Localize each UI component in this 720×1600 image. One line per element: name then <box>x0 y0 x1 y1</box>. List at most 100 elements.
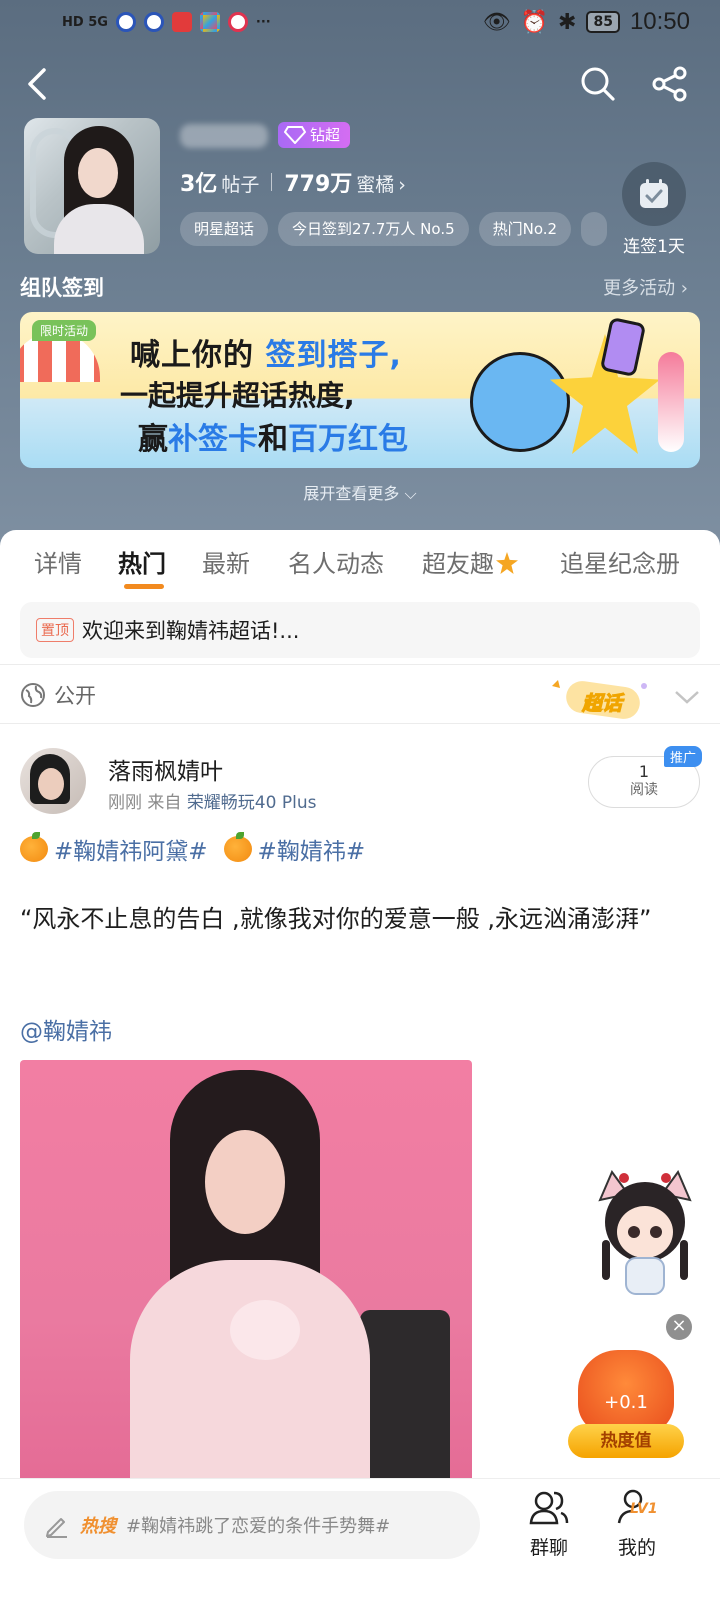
team-checkin-title: 组队签到 <box>20 276 104 300</box>
checkin-label: 连签1天 <box>623 237 685 257</box>
more-notifications-icon: ··· <box>255 14 271 30</box>
mail-notification-icon <box>171 12 192 32</box>
limited-badge: 限时活动 <box>32 320 97 341</box>
hot-search-label: 热搜 <box>80 1516 116 1537</box>
post-time: 刚刚 <box>108 793 142 813</box>
hashtag-link[interactable]: #鞠婧祎# <box>258 832 366 866</box>
chibi-mascot-icon[interactable] <box>590 1170 700 1300</box>
chevron-left-icon <box>28 68 46 100</box>
visibility-selector[interactable]: 公开 <box>20 680 96 710</box>
checkin-button[interactable]: 连签1天 <box>612 162 696 257</box>
post-hashtags: #鞠婧祎阿黛# #鞠婧祎# <box>20 832 365 866</box>
share-button[interactable] <box>650 64 690 104</box>
post-author-name[interactable]: 落雨枫婧叶 <box>108 752 223 786</box>
search-icon <box>581 67 615 101</box>
diamond-badge-label: 钻超 <box>310 126 341 144</box>
tag-checkin-rank[interactable]: 今日签到27.7万人 No.5 <box>278 212 469 246</box>
expand-more-button[interactable]: 展开查看更多 ⌵ <box>0 480 720 504</box>
fans-label: 蜜橘 <box>356 174 395 196</box>
topic-title-blurred <box>180 124 268 148</box>
divider <box>0 723 720 724</box>
eye-icon: 👁 <box>482 9 511 35</box>
battery-indicator: 85 <box>586 11 620 33</box>
hashtag-link[interactable]: #鞠婧祎阿黛# <box>54 832 208 866</box>
topic-tags: 明星超话 今日签到27.7万人 No.5 热门No.2 <box>180 212 608 246</box>
tab-hot[interactable]: 热门 <box>118 544 166 579</box>
group-chat-icon <box>529 1491 569 1525</box>
my-profile-label: 我的 <box>617 1537 656 1559</box>
status-right: 👁 ⏰ ✱ 85 10:50 <box>483 8 690 36</box>
my-profile-button[interactable]: LV1 我的 <box>602 1487 672 1560</box>
tag-overflow[interactable] <box>581 212 608 246</box>
orange-emoji-icon <box>20 832 48 862</box>
tab-details[interactable]: 详情 <box>34 544 82 579</box>
orange-emoji-icon <box>223 832 252 862</box>
visibility-label: 公开 <box>54 684 96 708</box>
promote-badge[interactable]: 推广 <box>664 746 703 767</box>
diamond-badge[interactable]: 钻超 <box>278 122 351 148</box>
elephant-mascot-illustration <box>470 352 570 452</box>
post-device[interactable]: 荣耀畅玩40 Plus <box>187 793 317 813</box>
pencil-icon <box>46 1518 67 1538</box>
post-meta: 刚刚 来自 荣耀畅玩40 Plus <box>108 788 316 813</box>
fans-count: 779万 <box>284 172 353 197</box>
clock: 10:50 <box>629 8 690 35</box>
share-icon <box>652 66 687 102</box>
heat-value-widget[interactable]: +0.1 热度值 <box>568 1342 688 1460</box>
phone-illustration <box>599 316 647 378</box>
post-from-label: 来自 <box>147 793 182 813</box>
surfboard-illustration <box>658 352 684 452</box>
active-tab-indicator <box>124 584 164 589</box>
group-chat-button[interactable]: 群聊 <box>514 1487 584 1560</box>
back-button[interactable] <box>20 62 60 106</box>
tag-hot-rank[interactable]: 热门No.2 <box>478 212 572 246</box>
chevron-down-icon[interactable] <box>672 682 702 712</box>
video-notification-icon <box>227 12 248 32</box>
close-floating-button[interactable]: × <box>666 1314 692 1340</box>
globe-icon <box>21 683 45 707</box>
app-notification-icon <box>115 12 136 32</box>
tag-star-topic[interactable]: 明星超话 <box>180 212 269 246</box>
app-notification-icon <box>199 12 220 32</box>
level-badge: LV1 <box>630 1501 658 1517</box>
heat-increment: +0.1 <box>604 1392 648 1413</box>
tab-fan-album[interactable]: 追星纪念册 <box>560 544 680 579</box>
team-checkin-banner[interactable]: 限时活动 喊上你的 签到搭子, 一起提升超话热度, 赢补签卡和百万红包 <box>20 312 700 468</box>
heat-value-label: 热度值 <box>568 1424 684 1458</box>
pinned-text: 欢迎来到鞠婧祎超话!... <box>82 619 300 643</box>
hot-search-text: #鞠婧祎跳了恋爱的条件手势舞# <box>126 1516 391 1537</box>
status-left: HD 5G ··· <box>62 12 271 32</box>
supertopic-sticker-icon: 超话 <box>552 680 647 719</box>
calendar-check-icon <box>640 179 668 208</box>
status-bar: HD 5G ··· 👁 ⏰ ✱ 85 10:50 <box>0 0 720 48</box>
chevron-right-icon: › <box>398 174 406 196</box>
pinned-post[interactable]: 置顶 欢迎来到鞠婧祎超话!... <box>20 602 700 658</box>
divider <box>0 664 720 665</box>
group-chat-label: 群聊 <box>529 1537 568 1559</box>
topic-header: HD 5G ··· 👁 ⏰ ✱ 85 10:50 钻超 3亿 帖子 779万 蜜… <box>0 0 720 560</box>
post-author-avatar[interactable] <box>20 748 86 814</box>
topic-avatar[interactable] <box>24 118 160 254</box>
read-label: 阅读 <box>630 782 658 798</box>
post-image[interactable] <box>20 1060 472 1490</box>
posts-count: 3亿 <box>180 172 218 197</box>
tab-latest[interactable]: 最新 <box>202 544 250 579</box>
tab-celebrity-updates[interactable]: 名人动态 <box>288 544 384 579</box>
mention-link[interactable]: @鞠婧祎 <box>20 1012 112 1046</box>
alarm-icon: ⏰ <box>520 9 549 35</box>
post-text: “风永不止息的告白 ,就像我对你的爱意一般 ,永远汹涌澎湃” <box>20 905 652 933</box>
svg-text:超话: 超话 <box>581 691 625 715</box>
hot-search-bar[interactable]: 热搜 #鞠婧祎跳了恋爱的条件手势舞# <box>24 1491 480 1559</box>
search-button[interactable] <box>578 64 618 104</box>
topic-stats[interactable]: 3亿 帖子 779万 蜜橘 › <box>180 166 406 198</box>
network-indicator: HD 5G <box>62 14 108 30</box>
tab-bar: 详情 热门 最新 名人动态 超友趣 追星纪念册 <box>0 530 720 596</box>
more-activities-link[interactable]: 更多活动 › <box>603 274 688 300</box>
app-notification-icon <box>143 12 164 32</box>
diamond-icon <box>284 126 306 144</box>
bluetooth-icon: ✱ <box>558 9 577 35</box>
bottom-bar: 热搜 #鞠婧祎跳了恋爱的条件手势舞# 群聊 LV1 我的 <box>0 1478 720 1600</box>
banner-line-3: 赢补签卡和百万红包 <box>138 422 408 457</box>
tab-super-fun[interactable]: 超友趣 <box>422 544 518 579</box>
posts-label: 帖子 <box>221 174 260 196</box>
